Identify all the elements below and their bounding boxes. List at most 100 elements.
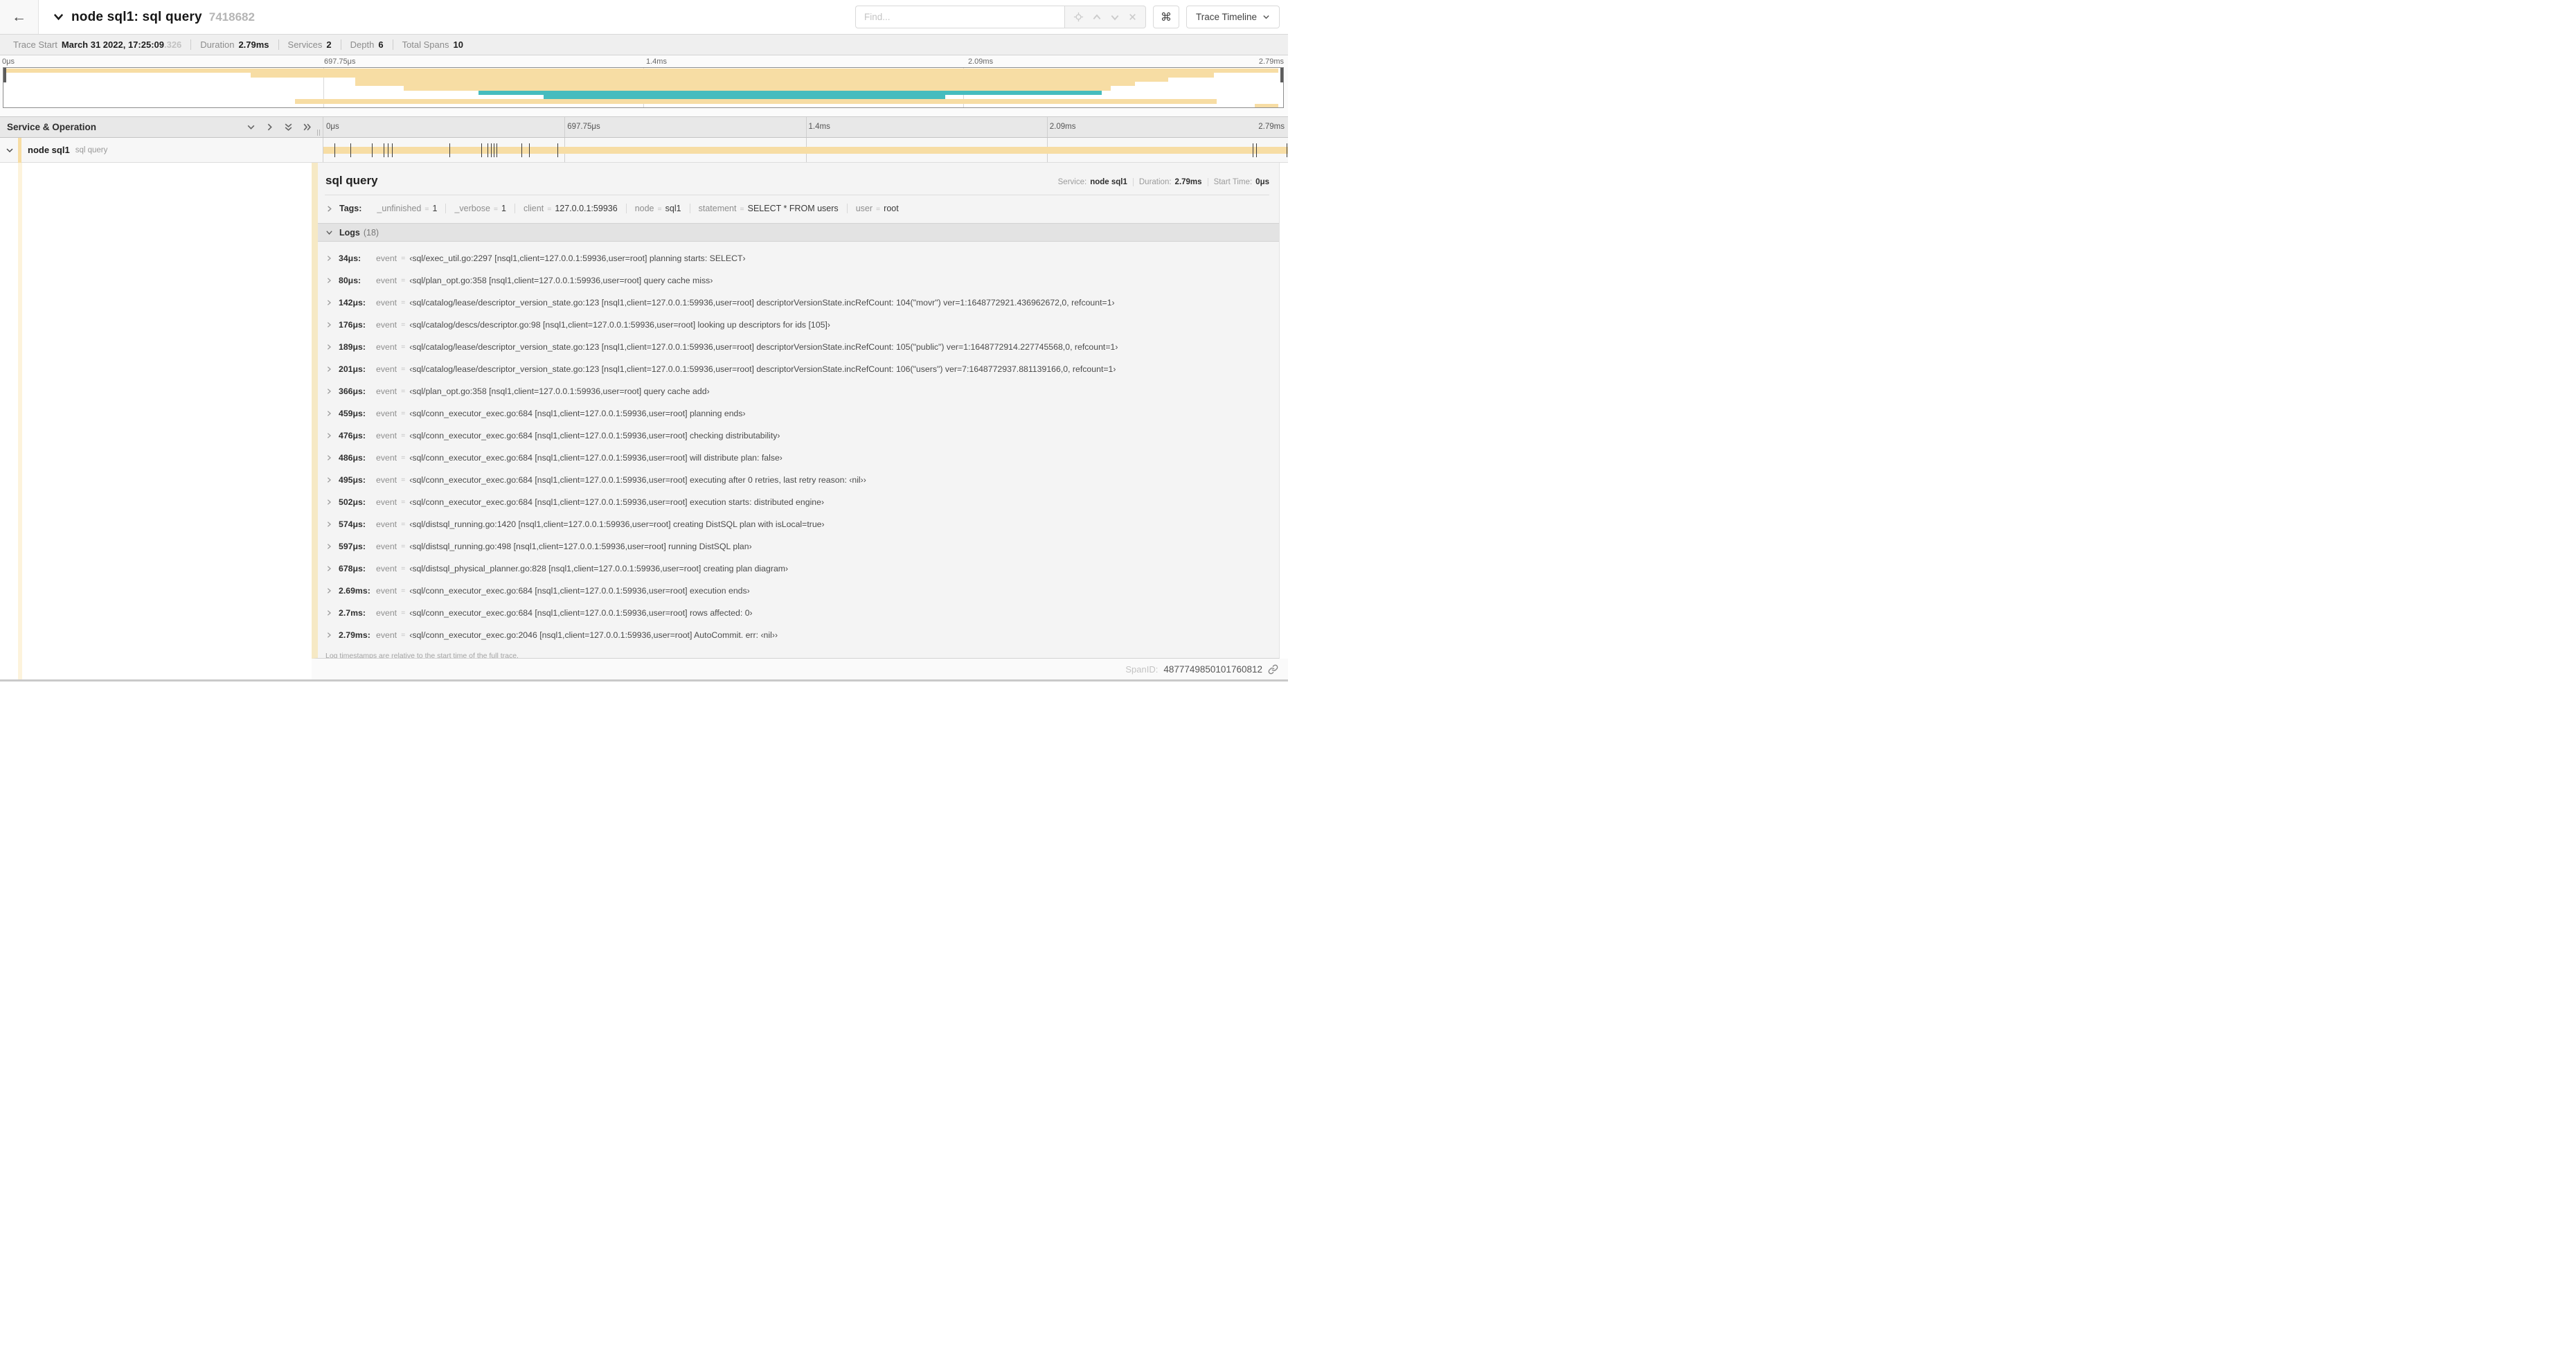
log-marker-tick: [557, 143, 558, 157]
log-row[interactable]: 678μs: event = ‹sql/distsql_physical_planne…: [318, 558, 1279, 580]
minimap-canvas[interactable]: [3, 67, 1284, 108]
log-equals: =: [401, 542, 406, 551]
log-field-key: event: [376, 409, 397, 418]
log-row[interactable]: 495μs: event = ‹sql/conn_executor_exec.go:6…: [318, 469, 1279, 491]
minimap-right-handle[interactable]: [1280, 68, 1283, 82]
back-button[interactable]: ←: [0, 0, 39, 34]
top-bar: ← node sql1: sql query 7418682 Find... ⌘…: [0, 0, 1288, 35]
log-row[interactable]: 176μs: event = ‹sql/catalog/descs/descripto…: [318, 314, 1279, 336]
log-timestamp: 476μs:: [339, 431, 366, 440]
chevron-right-icon: [327, 610, 332, 616]
log-field-value: ‹sql/conn_executor_exec.go:684 [nsql1,cl…: [409, 608, 753, 618]
log-timestamp: 459μs:: [339, 409, 366, 418]
span-detail-meta: Service: node sql1 Duration: 2.79ms Start Ti…: [1053, 178, 1269, 186]
minimap-left-handle[interactable]: [3, 68, 6, 82]
span-id-label: SpanID:: [1125, 663, 1159, 675]
timeline-ruler: 0μs 697.75μs 1.4ms 2.09ms 2.79ms: [323, 117, 1288, 137]
grid-line: [1046, 117, 1048, 137]
log-marker-tick: [392, 143, 393, 157]
ruler-tick-label: 2.09ms: [1049, 123, 1076, 131]
find-input[interactable]: [855, 6, 1064, 28]
span-detail-header: sql query Service: node sql1 Duration: 2.79…: [318, 163, 1279, 193]
title-area: node sql1: sql query 7418682: [53, 10, 255, 25]
tag-item[interactable]: _verbose = 1: [445, 204, 515, 213]
log-equals: =: [401, 631, 406, 639]
detail-meta-item: Service: node sql1: [1053, 178, 1133, 186]
log-row[interactable]: 476μs: event = ‹sql/conn_executor_exec.go:6…: [318, 425, 1279, 447]
log-timestamp: 574μs:: [339, 519, 366, 529]
log-row[interactable]: 486μs: event = ‹sql/conn_executor_exec.go:6…: [318, 447, 1279, 469]
tag-equals: =: [547, 205, 552, 213]
collapse-all-icon[interactable]: [284, 123, 293, 132]
tag-item[interactable]: _unfinished = 1: [368, 204, 445, 213]
locate-icon[interactable]: [1073, 12, 1084, 22]
log-row[interactable]: 574μs: event = ‹sql/distsql_running.go:1420…: [318, 513, 1279, 535]
chevron-right-icon: [327, 477, 332, 483]
log-row[interactable]: 366μs: event = ‹sql/plan_opt.go:358 [nsql1,…: [318, 380, 1279, 402]
tags-row[interactable]: Tags: _unfinished = 1 _verbose = 1 client = 127.…: [318, 195, 1279, 220]
log-field-value: ‹sql/catalog/lease/descriptor_version_st…: [409, 364, 1116, 374]
log-timestamp: 142μs:: [339, 298, 366, 308]
service-operation-header: Service & Operation: [0, 117, 323, 137]
log-row[interactable]: 189μs: event = ‹sql/catalog/lease/descripto…: [318, 336, 1279, 358]
span-collapse-chevron-icon[interactable]: [6, 146, 14, 154]
log-row[interactable]: 459μs: event = ‹sql/conn_executor_exec.go:6…: [318, 402, 1279, 425]
collapse-one-icon[interactable]: [247, 123, 256, 132]
log-timestamp: 189μs:: [339, 342, 366, 352]
column-resizer-grip[interactable]: [317, 130, 320, 136]
collapse-trace-chevron-icon[interactable]: [53, 11, 64, 23]
log-row[interactable]: 142μs: event = ‹sql/catalog/lease/descripto…: [318, 292, 1279, 314]
log-row[interactable]: 201μs: event = ‹sql/catalog/lease/descripto…: [318, 358, 1279, 380]
log-equals: =: [401, 409, 406, 418]
tag-item[interactable]: user = root: [846, 204, 907, 213]
tag-item[interactable]: client = 127.0.0.1:59936: [515, 204, 626, 213]
chevron-right-icon: [327, 300, 332, 305]
span-bar-cell[interactable]: [323, 138, 1288, 162]
expand-all-icon[interactable]: [303, 123, 312, 132]
log-field-value: ‹sql/distsql_physical_planner.go:828 [ns…: [409, 564, 789, 573]
find-buttons: [1064, 6, 1146, 28]
log-row[interactable]: 502μs: event = ‹sql/conn_executor_exec.go:6…: [318, 491, 1279, 513]
log-field-key: event: [376, 564, 397, 573]
log-row[interactable]: 80μs: event = ‹sql/plan_opt.go:358 [nsql1,c…: [318, 269, 1279, 292]
find-clear-icon[interactable]: [1128, 12, 1137, 21]
trace-summary-label: Duration: [200, 39, 235, 50]
keyboard-shortcuts-button[interactable]: ⌘: [1152, 6, 1179, 28]
log-field-value: ‹sql/conn_executor_exec.go:684 [nsql1,cl…: [409, 409, 746, 418]
tag-value: root: [884, 204, 899, 213]
trace-view-selector-label: Trace Timeline: [1195, 12, 1257, 22]
log-timestamp: 495μs:: [339, 475, 366, 485]
tag-item[interactable]: statement = SELECT * FROM users: [689, 204, 847, 213]
span-detail-title: sql query: [325, 174, 378, 187]
log-equals: =: [401, 609, 406, 617]
tag-equals: =: [740, 205, 744, 213]
log-row[interactable]: 2.69ms: event = ‹sql/conn_executor_exec.go:…: [318, 580, 1279, 602]
link-icon[interactable]: [1268, 664, 1278, 675]
logs-section-header[interactable]: Logs (18): [318, 223, 1279, 242]
find-prev-icon[interactable]: [1092, 12, 1102, 22]
log-row[interactable]: 34μs: event = ‹sql/exec_util.go:2297 [nsql1…: [318, 247, 1279, 269]
log-row[interactable]: 2.7ms: event = ‹sql/conn_executor_exec.go:6…: [318, 602, 1279, 624]
log-row[interactable]: 2.79ms: event = ‹sql/conn_executor_exec.go:…: [318, 624, 1279, 646]
chevron-right-icon: [327, 411, 332, 416]
find-next-icon[interactable]: [1110, 12, 1120, 22]
log-field-key: event: [376, 630, 397, 640]
trace-summary-label: Depth: [350, 39, 375, 50]
span-detail-panel: sql query Service: node sql1 Duration: 2.79…: [312, 163, 1280, 659]
log-field-key: event: [376, 342, 397, 352]
tag-equals: =: [876, 205, 881, 213]
chevron-right-icon: [327, 499, 332, 505]
tag-equals: =: [424, 205, 429, 213]
trace-view-selector[interactable]: Trace Timeline: [1186, 6, 1280, 28]
detail-meta-label: Start Time:: [1213, 178, 1253, 186]
tag-value: 127.0.0.1:59936: [555, 204, 618, 213]
tags-list: _unfinished = 1 _verbose = 1 client = 127.0.0.1:…: [368, 204, 906, 213]
log-timestamp: 2.79ms:: [339, 630, 370, 640]
log-equals: =: [401, 431, 406, 440]
tag-item[interactable]: node = sql1: [625, 204, 690, 213]
expand-one-icon[interactable]: [265, 123, 274, 132]
log-row[interactable]: 597μs: event = ‹sql/distsql_running.go:498 …: [318, 535, 1279, 558]
span-row[interactable]: node sql1 sql query: [0, 137, 1288, 163]
log-timestamp: 201μs:: [339, 364, 366, 374]
log-field-key: event: [376, 253, 397, 263]
